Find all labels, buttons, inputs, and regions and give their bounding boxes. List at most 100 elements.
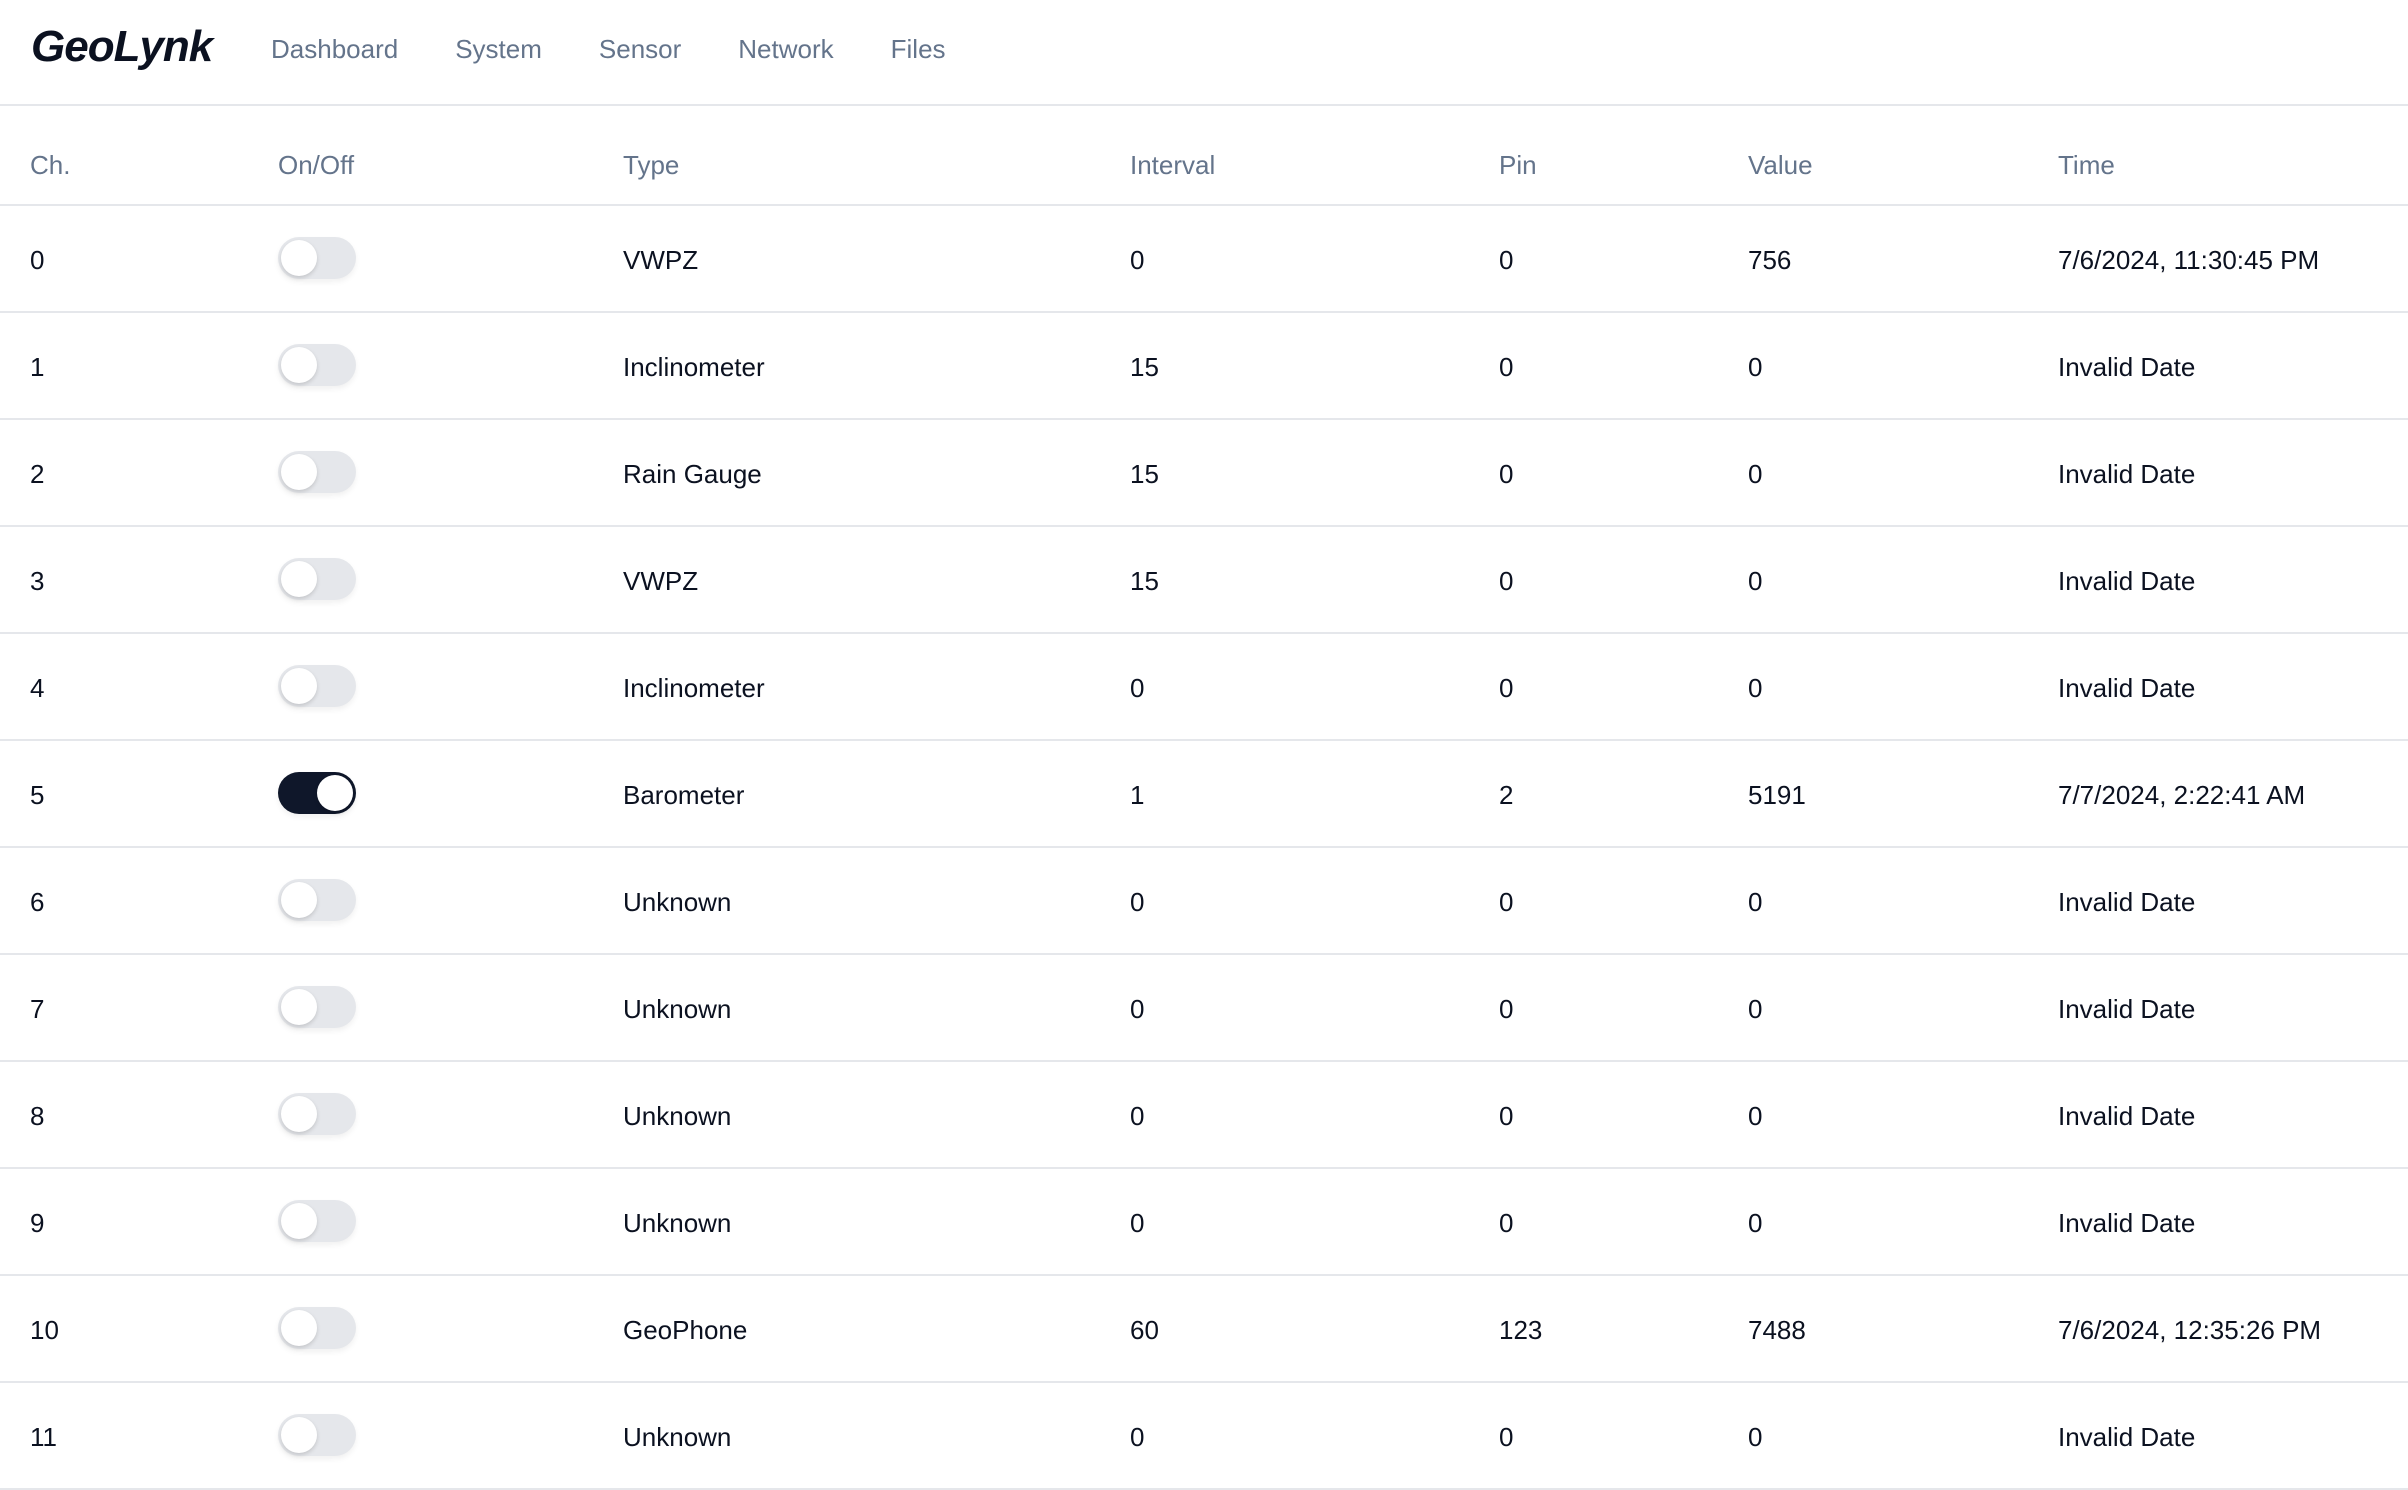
cell-type: Unknown: [623, 1422, 732, 1452]
header-pin: Pin: [1499, 150, 1537, 180]
toggle-knob: [281, 989, 317, 1025]
cell-ch: 1: [30, 352, 45, 382]
cell-pin: 2: [1499, 780, 1514, 810]
cell-time: Invalid Date: [2058, 887, 2196, 917]
cell-value: 0: [1748, 1422, 1763, 1452]
cell-type: Barometer: [623, 780, 745, 810]
cell-type: Unknown: [623, 1101, 732, 1131]
cell-time: Invalid Date: [2058, 459, 2196, 489]
channel-toggle[interactable]: [278, 1200, 356, 1242]
header-ch: Ch.: [30, 150, 71, 180]
cell-type: VWPZ: [623, 245, 699, 275]
channel-toggle[interactable]: [278, 451, 356, 493]
cell-value: 0: [1748, 887, 1763, 917]
cell-ch: 6: [30, 887, 45, 917]
cell-pin: 0: [1499, 245, 1514, 275]
cell-value: 0: [1748, 673, 1763, 703]
channel-toggle[interactable]: [278, 237, 356, 279]
cell-type: Unknown: [623, 994, 732, 1024]
cell-interval: 60: [1130, 1315, 1159, 1345]
toggle-knob: [281, 1096, 317, 1132]
cell-value: 0: [1748, 459, 1763, 489]
channel-toggle[interactable]: [278, 1414, 356, 1456]
cell-pin: 0: [1499, 566, 1514, 596]
cell-pin: 0: [1499, 1208, 1514, 1238]
cell-time: Invalid Date: [2058, 566, 2196, 596]
channel-toggle[interactable]: [278, 879, 356, 921]
cell-type: VWPZ: [623, 566, 699, 596]
nav-links: Dashboard System Sensor Network Files: [271, 34, 1003, 65]
cell-time: Invalid Date: [2058, 1208, 2196, 1238]
cell-pin: 0: [1499, 1422, 1514, 1452]
cell-ch: 10: [30, 1315, 59, 1345]
table-row: 7 Unknown 0 0 0 Invalid Date: [0, 955, 2408, 1062]
nav-item-system[interactable]: System: [455, 34, 542, 65]
cell-pin: 123: [1499, 1315, 1543, 1345]
cell-pin: 0: [1499, 673, 1514, 703]
nav-item-dashboard[interactable]: Dashboard: [271, 34, 398, 65]
cell-ch: 2: [30, 459, 45, 489]
table-body: 0 VWPZ 0 0 756 7/6/2024, 11:30:45 PM 1 Inclinom…: [0, 206, 2408, 1490]
cell-interval: 0: [1130, 1422, 1145, 1452]
nav-item-network[interactable]: Network: [738, 34, 833, 65]
cell-value: 0: [1748, 1101, 1763, 1131]
cell-ch: 5: [30, 780, 45, 810]
toggle-knob: [281, 668, 317, 704]
cell-value: 0: [1748, 566, 1763, 596]
cell-interval: 15: [1130, 459, 1159, 489]
cell-pin: 0: [1499, 887, 1514, 917]
channels-table: Ch. On/Off Type Interval Pin Value Time …: [0, 106, 2408, 1490]
channel-toggle[interactable]: [278, 1307, 356, 1349]
cell-value: 0: [1748, 1208, 1763, 1238]
cell-time: 7/7/2024, 2:22:41 AM: [2058, 780, 2306, 810]
cell-interval: 0: [1130, 673, 1145, 703]
channel-toggle[interactable]: [278, 1093, 356, 1135]
header-value: Value: [1748, 150, 1813, 180]
table-row: 0 VWPZ 0 0 756 7/6/2024, 11:30:45 PM: [0, 206, 2408, 313]
cell-value: 7488: [1748, 1315, 1806, 1345]
cell-type: Rain Gauge: [623, 459, 762, 489]
cell-value: 0: [1748, 994, 1763, 1024]
cell-interval: 0: [1130, 994, 1145, 1024]
nav-item-files[interactable]: Files: [891, 34, 946, 65]
cell-value: 5191: [1748, 780, 1806, 810]
cell-time: Invalid Date: [2058, 352, 2196, 382]
header-time: Time: [2058, 150, 2115, 180]
cell-type: GeoPhone: [623, 1315, 748, 1345]
cell-ch: 7: [30, 994, 45, 1024]
cell-pin: 0: [1499, 352, 1514, 382]
channel-toggle[interactable]: [278, 772, 356, 814]
toggle-knob: [281, 1417, 317, 1453]
cell-time: Invalid Date: [2058, 994, 2196, 1024]
cell-value: 756: [1748, 245, 1792, 275]
cell-time: Invalid Date: [2058, 1422, 2196, 1452]
table-header-row: Ch. On/Off Type Interval Pin Value Time: [0, 106, 2408, 206]
header-onoff: On/Off: [278, 150, 355, 180]
cell-ch: 8: [30, 1101, 45, 1131]
cell-value: 0: [1748, 352, 1763, 382]
cell-type: Inclinometer: [623, 352, 765, 382]
cell-type: Unknown: [623, 1208, 732, 1238]
cell-pin: 0: [1499, 1101, 1514, 1131]
app-logo[interactable]: GeoLynk: [31, 22, 213, 72]
table-row: 9 Unknown 0 0 0 Invalid Date: [0, 1169, 2408, 1276]
table-row: 11 Unknown 0 0 0 Invalid Date: [0, 1383, 2408, 1490]
table-row: 8 Unknown 0 0 0 Invalid Date: [0, 1062, 2408, 1169]
cell-type: Inclinometer: [623, 673, 765, 703]
table-row: 4 Inclinometer 0 0 0 Invalid Date: [0, 634, 2408, 741]
table-row: 3 VWPZ 15 0 0 Invalid Date: [0, 527, 2408, 634]
channel-toggle[interactable]: [278, 558, 356, 600]
channel-toggle[interactable]: [278, 344, 356, 386]
cell-interval: 1: [1130, 780, 1145, 810]
channel-toggle[interactable]: [278, 665, 356, 707]
nav-item-sensor[interactable]: Sensor: [599, 34, 681, 65]
cell-time: 7/6/2024, 11:30:45 PM: [2058, 245, 2320, 275]
table-row: 5 Barometer 1 2 5191 7/7/2024, 2:22:41 AM: [0, 741, 2408, 848]
cell-interval: 0: [1130, 1208, 1145, 1238]
header-interval: Interval: [1130, 150, 1216, 180]
toggle-knob: [281, 882, 317, 918]
cell-interval: 15: [1130, 566, 1159, 596]
toggle-knob: [281, 1203, 317, 1239]
cell-pin: 0: [1499, 994, 1514, 1024]
channel-toggle[interactable]: [278, 986, 356, 1028]
